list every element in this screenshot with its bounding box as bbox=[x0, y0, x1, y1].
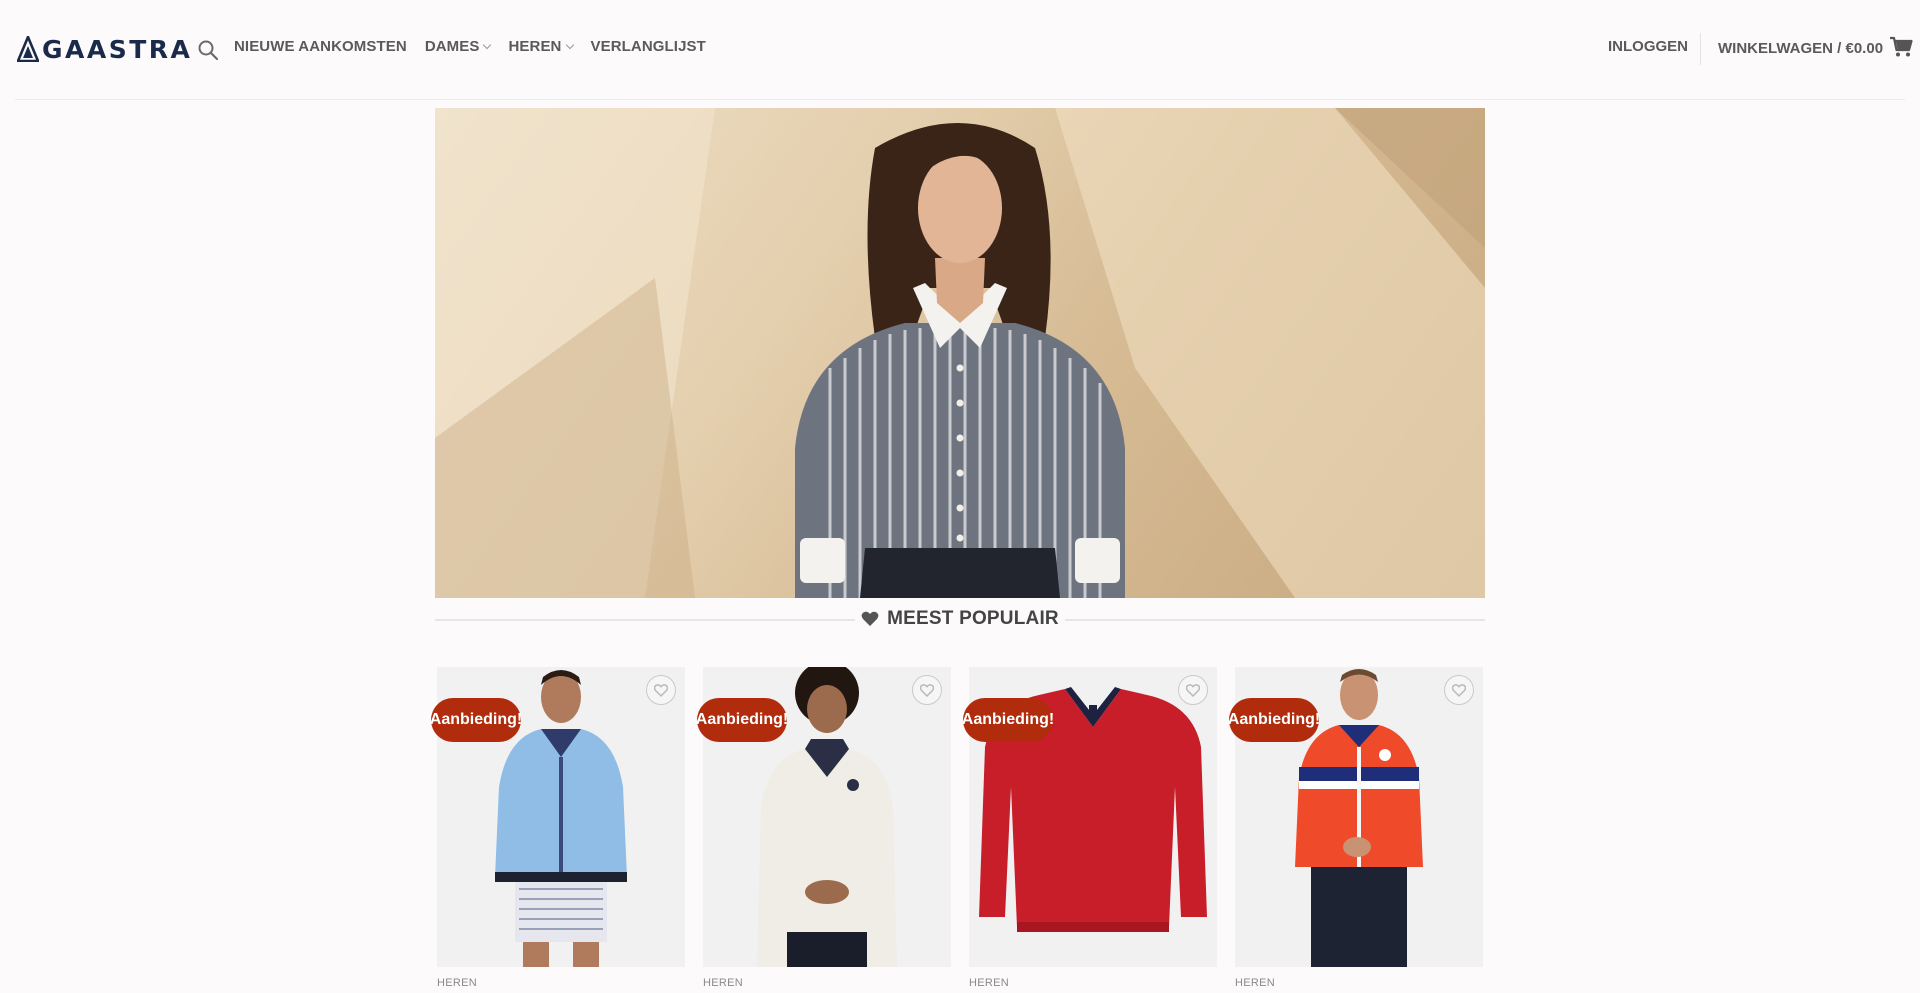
nav-item-verlanglijst[interactable]: VERLANGLIJST bbox=[591, 38, 706, 55]
wishlist-button[interactable] bbox=[1444, 675, 1474, 705]
sale-badge: Aanbieding! bbox=[696, 698, 788, 742]
chevron-down-icon bbox=[565, 40, 574, 49]
heart-icon bbox=[1186, 683, 1200, 697]
header-divider bbox=[1700, 33, 1701, 65]
wishlist-button[interactable] bbox=[646, 675, 676, 705]
section-title: MEEST POPULAIR bbox=[887, 608, 1059, 629]
site-header: GAASTRA NIEUWE AANKOMSTEN DAMES HEREN VE… bbox=[0, 0, 1920, 100]
heart-icon bbox=[1452, 683, 1466, 697]
product-category[interactable]: HEREN bbox=[703, 977, 743, 989]
login-link[interactable]: INLOGGEN bbox=[1608, 38, 1688, 55]
nav-item-dames[interactable]: DAMES bbox=[425, 38, 492, 55]
heart-icon bbox=[920, 683, 934, 697]
hero-banner[interactable] bbox=[435, 108, 1485, 598]
logo-text: GAASTRA bbox=[42, 34, 193, 64]
section-most-popular: MEEST POPULAIR bbox=[435, 607, 1485, 633]
logo-mountain-icon bbox=[17, 36, 39, 62]
wishlist-button[interactable] bbox=[1178, 675, 1208, 705]
cart-label: WINKELWAGEN / €0.00 bbox=[1718, 39, 1884, 57]
product-category[interactable]: HEREN bbox=[437, 977, 477, 989]
sale-badge: Aanbieding! bbox=[1228, 698, 1320, 742]
sale-badge: Aanbieding! bbox=[962, 698, 1054, 742]
heart-icon bbox=[654, 683, 668, 697]
header-separator bbox=[15, 99, 1905, 100]
product-category[interactable]: HEREN bbox=[969, 977, 1009, 989]
chevron-down-icon bbox=[483, 40, 492, 49]
sale-badge: Aanbieding! bbox=[430, 698, 522, 742]
product-category[interactable]: HEREN bbox=[1235, 977, 1275, 989]
cart-icon bbox=[1890, 36, 1913, 57]
cart-link[interactable]: WINKELWAGEN / €0.00 bbox=[1718, 36, 1913, 58]
heart-icon bbox=[861, 611, 879, 626]
hero-photo bbox=[435, 108, 1485, 598]
nav-item-heren[interactable]: HEREN bbox=[508, 38, 574, 55]
main-nav: NIEUWE AANKOMSTEN DAMES HEREN VERLANGLIJ… bbox=[234, 38, 724, 55]
logo[interactable]: GAASTRA bbox=[17, 34, 193, 64]
wishlist-button[interactable] bbox=[912, 675, 942, 705]
search-icon[interactable] bbox=[197, 39, 219, 61]
nav-item-nieuwe-aankomsten[interactable]: NIEUWE AANKOMSTEN bbox=[234, 38, 407, 55]
